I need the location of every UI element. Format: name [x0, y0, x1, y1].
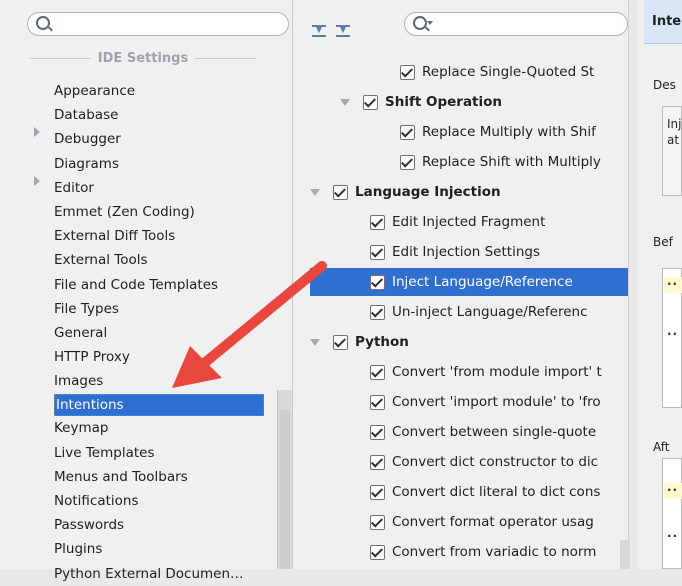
settings-item-general[interactable]: General [54, 321, 264, 345]
collapse-all-icon[interactable] [334, 22, 352, 40]
checkbox-icon[interactable] [370, 514, 385, 530]
tree-group-shift-operation[interactable]: Shift Operation [340, 88, 502, 116]
settings-item-menus-and-toolbars[interactable]: Menus and Toolbars [54, 465, 264, 489]
after-label: Aft [653, 440, 670, 454]
tree-item-inject-language-reference[interactable]: Inject Language/Reference [310, 268, 628, 296]
intentions-search-input[interactable] [404, 12, 628, 36]
scrollbar-thumb[interactable] [280, 410, 290, 569]
tree-group-language-injection[interactable]: Language Injection [310, 178, 501, 206]
expand-all-icon[interactable] [310, 22, 328, 40]
checkbox-icon[interactable] [370, 244, 385, 260]
checkbox-icon[interactable] [370, 454, 385, 470]
code-fragment: ·· [667, 483, 679, 497]
tree-item-replace-multiply-with-shift[interactable]: Replace Multiply with Shif [400, 118, 596, 146]
intention-details-tab[interactable]: Inte [644, 0, 682, 44]
settings-item-editor[interactable]: Editor [54, 176, 264, 200]
tree-item-convert-from-module-import[interactable]: Convert 'from module import' t [370, 358, 602, 386]
settings-search-input[interactable] [27, 12, 289, 36]
checkbox-icon[interactable] [370, 484, 385, 500]
settings-tree-panel: IDE Settings Appearance Database Debugge… [0, 0, 293, 582]
settings-item-emmet[interactable]: Emmet (Zen Coding) [54, 200, 264, 224]
checkbox-icon[interactable] [400, 154, 415, 170]
settings-item-external-diff-tools[interactable]: External Diff Tools [54, 224, 264, 248]
code-fragment: ·· [667, 529, 679, 543]
settings-item-diagrams[interactable]: Diagrams [54, 152, 264, 176]
code-fragment: ·· [667, 327, 679, 341]
ide-settings-section-title: IDE Settings [30, 50, 256, 66]
search-options-dropdown-icon[interactable] [427, 21, 433, 25]
settings-item-plugins[interactable]: Plugins [54, 537, 264, 561]
tree-item-edit-injection-settings[interactable]: Edit Injection Settings [370, 238, 540, 266]
checkbox-icon[interactable] [370, 304, 385, 320]
tree-toolbar [310, 22, 370, 42]
editor-expand-arrow-icon[interactable] [34, 176, 40, 186]
tree-item-replace-single-quoted[interactable]: Replace Single-Quoted St [400, 58, 594, 86]
settings-list: Appearance Database Debugger Diagrams Ed… [54, 79, 264, 586]
search-icon [413, 16, 427, 30]
checkbox-icon[interactable] [333, 334, 348, 350]
code-fragment: ·· [667, 277, 679, 291]
tree-item-convert-import-module[interactable]: Convert 'import module' to 'fro [370, 388, 601, 416]
settings-item-http-proxy[interactable]: HTTP Proxy [54, 345, 264, 369]
tree-group-python[interactable]: Python [310, 328, 409, 356]
settings-item-keymap[interactable]: Keymap [54, 416, 264, 440]
description-text: Inj at [667, 117, 682, 147]
after-preview: ·· ·· [662, 458, 682, 569]
settings-list-scrollbar[interactable] [277, 390, 292, 569]
settings-item-external-tools[interactable]: External Tools [54, 248, 264, 272]
description-label: Des [653, 78, 676, 92]
checkbox-icon[interactable] [370, 394, 385, 410]
tree-item-replace-shift-with-multiply[interactable]: Replace Shift with Multiply [400, 148, 601, 176]
collapse-arrow-icon[interactable] [310, 188, 320, 196]
settings-item-python-external-documentation[interactable]: Python External Documen… [54, 562, 264, 586]
checkbox-icon[interactable] [370, 274, 385, 290]
settings-item-images[interactable]: Images [54, 369, 264, 393]
checkbox-icon[interactable] [400, 124, 415, 140]
tree-item-convert-dict-constructor[interactable]: Convert dict constructor to dic [370, 448, 598, 476]
checkbox-icon[interactable] [370, 544, 385, 560]
settings-item-live-templates[interactable]: Live Templates [54, 441, 264, 465]
search-icon [36, 16, 50, 30]
settings-item-debugger[interactable]: Debugger [54, 127, 264, 151]
checkbox-icon[interactable] [370, 424, 385, 440]
intentions-tree-scrollbar[interactable] [620, 540, 630, 569]
settings-item-appearance[interactable]: Appearance [54, 79, 264, 103]
tree-item-convert-between-quotes[interactable]: Convert between single-quote [370, 418, 596, 446]
before-preview: ·· ·· [662, 268, 682, 408]
collapse-arrow-icon[interactable] [310, 338, 320, 346]
debugger-expand-arrow-icon[interactable] [34, 127, 40, 137]
settings-item-file-and-code-templates[interactable]: File and Code Templates [54, 273, 264, 297]
checkbox-icon[interactable] [370, 214, 385, 230]
settings-item-notifications[interactable]: Notifications [54, 489, 264, 513]
checkbox-icon[interactable] [400, 64, 415, 80]
intentions-tree: Replace Single-Quoted St Shift Operation… [310, 58, 628, 569]
collapse-arrow-icon[interactable] [340, 98, 350, 106]
tree-item-un-inject-language-reference[interactable]: Un-inject Language/Referenc [370, 298, 588, 326]
checkbox-icon[interactable] [333, 184, 348, 200]
settings-item-passwords[interactable]: Passwords [54, 513, 264, 537]
settings-item-file-types[interactable]: File Types [54, 297, 264, 321]
tree-item-edit-injected-fragment[interactable]: Edit Injected Fragment [370, 208, 545, 236]
checkbox-icon[interactable] [370, 364, 385, 380]
tree-item-convert-dict-literal[interactable]: Convert dict literal to dict cons [370, 478, 600, 506]
settings-item-database[interactable]: Database [54, 103, 264, 127]
settings-item-intentions[interactable]: Intentions [54, 394, 264, 417]
checkbox-icon[interactable] [363, 94, 378, 110]
before-label: Bef [653, 235, 673, 249]
tree-item-convert-format-operator[interactable]: Convert format operator usag [370, 508, 594, 536]
tree-item-convert-from-variadic[interactable]: Convert from variadic to norm [370, 538, 596, 566]
